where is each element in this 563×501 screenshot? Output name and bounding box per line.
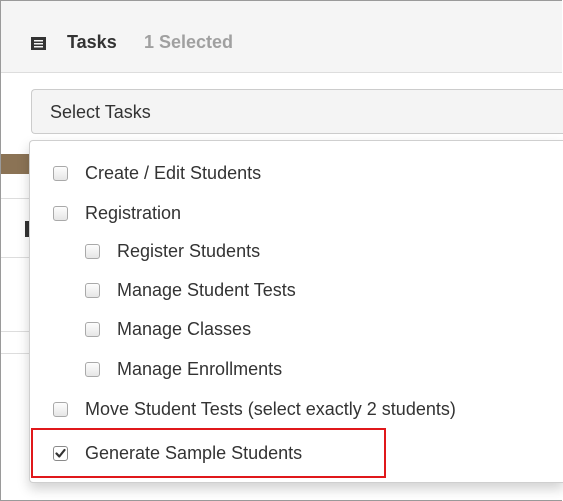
checkbox[interactable] — [85, 361, 100, 377]
option-manage-student-tests[interactable]: Manage Student Tests — [85, 278, 296, 302]
checkbox[interactable] — [85, 282, 100, 298]
checkbox[interactable] — [53, 165, 68, 181]
background-divider — [1, 257, 31, 258]
option-label: Move Student Tests (select exactly 2 stu… — [85, 398, 456, 419]
option-manage-enrollments[interactable]: Manage Enrollments — [85, 357, 282, 381]
background-divider — [1, 331, 31, 332]
option-label: Create / Edit Students — [85, 162, 262, 183]
background-divider — [1, 198, 31, 199]
option-label: Manage Enrollments — [117, 358, 283, 379]
option-register-students[interactable]: Register Students — [85, 239, 260, 263]
option-move-student-tests[interactable]: Move Student Tests (select exactly 2 stu… — [53, 397, 456, 421]
checkbox[interactable] — [85, 321, 100, 337]
background-divider — [1, 353, 31, 354]
select-tasks-dropdown[interactable]: Select Tasks — [31, 89, 563, 134]
selected-count: 1 Selected — [144, 32, 234, 52]
option-create-edit-students[interactable]: Create / Edit Students — [53, 161, 261, 185]
select-tasks-label: Select Tasks — [50, 102, 151, 122]
checkbox[interactable] — [53, 205, 68, 221]
tasks-title: Tasks — [67, 32, 117, 52]
option-registration[interactable]: Registration — [53, 201, 181, 225]
tasks-panel: Tasks 1 Selected Select Tasks Create / E… — [0, 0, 563, 501]
checkbox[interactable] — [53, 401, 68, 417]
checkbox[interactable] — [85, 243, 100, 259]
option-label: Manage Student Tests — [117, 279, 296, 300]
option-label: Manage Classes — [117, 318, 252, 339]
option-label: Register Students — [117, 240, 261, 261]
list-icon — [31, 37, 46, 50]
option-label: Registration — [85, 202, 182, 223]
option-manage-classes[interactable]: Manage Classes — [85, 317, 251, 341]
highlight-box — [31, 428, 386, 478]
tasks-header: Tasks 1 Selected — [1, 1, 562, 73]
